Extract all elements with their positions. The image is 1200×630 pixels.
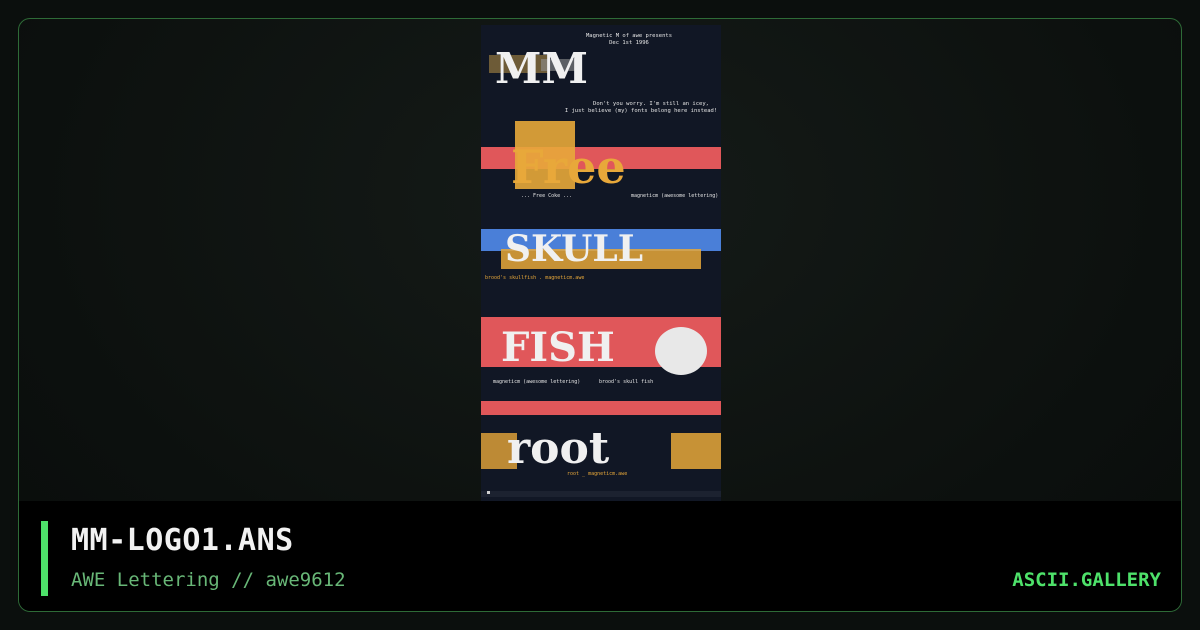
site-brand[interactable]: ASCII.GALLERY (1012, 569, 1161, 591)
logo-free: Free (511, 140, 626, 194)
group-subtitle[interactable]: AWE Lettering // awe9612 (71, 569, 346, 591)
caption-fish-right: brood's skull fish (599, 379, 653, 385)
caption-fish-left: magneticm (awesome lettering) (493, 379, 580, 385)
file-title[interactable]: MM-LOGO1.ANS (71, 523, 294, 558)
header-line-1: Magnetic M of awe presents (586, 33, 672, 39)
logo-skull: SKULL (505, 228, 643, 270)
logo-root: root (507, 423, 610, 474)
accent-bar (41, 521, 48, 596)
logo-mm: MM (495, 44, 588, 93)
footer-bar: MM-LOGO1.ANS AWE Lettering // awe9612 AS… (19, 501, 1181, 611)
caption-root: root _ magneticm.awe (567, 471, 627, 477)
ansi-artwork-preview[interactable]: MM Magnetic M of awe presents Dec 1st 19… (481, 25, 721, 501)
header-line-2: Dec 1st 1996 (609, 40, 649, 46)
caption-free-right: magneticm (awesome lettering) (631, 193, 718, 199)
preview-card: MM Magnetic M of awe presents Dec 1st 19… (18, 18, 1182, 612)
note-line-1: Don't you worry. I'm still an icey, (593, 101, 709, 107)
caption-free-left: ... Free Coke ... (521, 193, 572, 199)
artwork-canvas: MM Magnetic M of awe presents Dec 1st 19… (481, 25, 721, 501)
caption-skull: brood's skullfish . magneticm.awe (485, 275, 584, 281)
logo-fish: FISH (501, 324, 615, 371)
root-logo-block: root root _ magneticm.awe (481, 401, 721, 477)
note-line-2: I just believe (my) fonts belong here in… (565, 108, 717, 114)
